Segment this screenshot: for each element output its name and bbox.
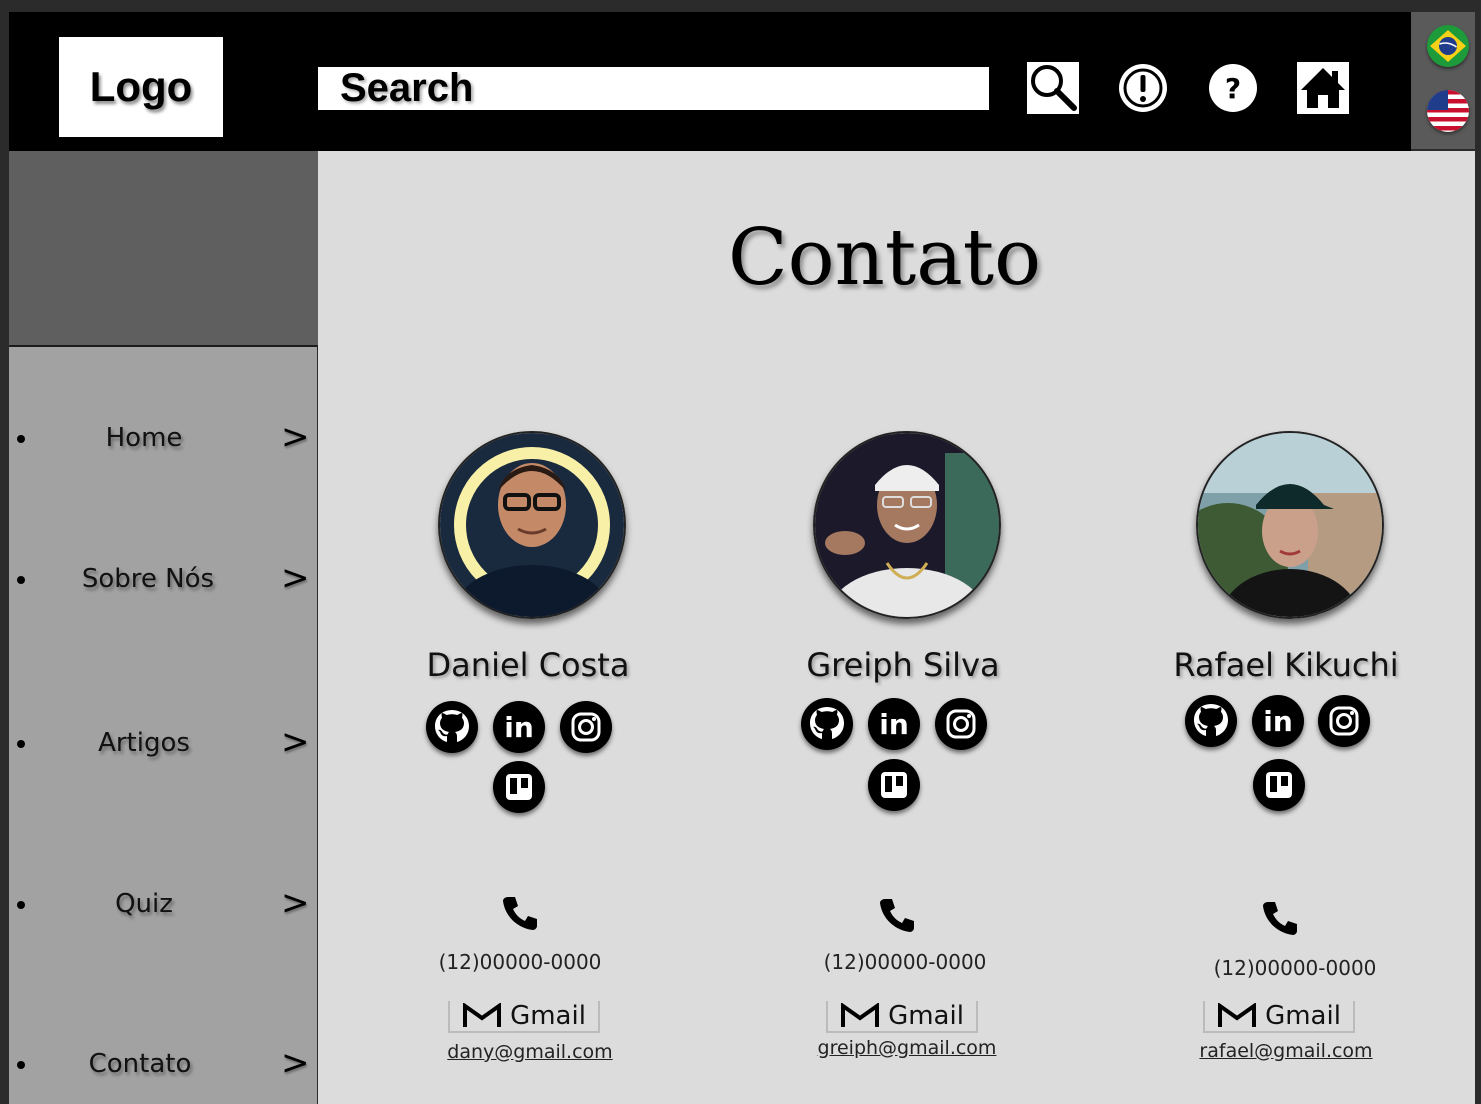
sidebar-item-artigos[interactable]: Artigos > (9, 714, 317, 774)
page-title: Contato (728, 213, 1042, 303)
person-name: Daniel Costa (426, 646, 630, 684)
logo[interactable]: Logo (59, 37, 223, 137)
chevron-right-icon: > (281, 417, 310, 457)
trello-icon[interactable] (1252, 758, 1306, 812)
sidebar-item-quiz[interactable]: Quiz > (9, 875, 317, 935)
gmail-icon (841, 1003, 880, 1027)
brazil-flag-icon[interactable] (1427, 25, 1469, 67)
sidebar-item-contato[interactable]: Contato > (9, 1035, 317, 1095)
search-icon[interactable] (1027, 62, 1079, 114)
gmail-label: Gmail (510, 1001, 586, 1031)
github-icon[interactable] (425, 700, 479, 754)
app-frame: Logo ? (9, 12, 1475, 1104)
instagram-icon[interactable] (559, 700, 613, 754)
bullet-icon (17, 435, 25, 443)
phone-icon (500, 893, 540, 933)
svg-text:in: in (879, 708, 909, 741)
bullet-icon (17, 901, 25, 909)
sidebar-item-label: Quiz (115, 889, 173, 919)
sidebar: Home > Sobre Nós > Artigos > Quiz > Cont… (9, 347, 317, 1104)
avatar (438, 431, 626, 619)
chevron-right-icon: > (281, 883, 310, 923)
avatar (1196, 431, 1384, 619)
sidebar-item-sobre-nos[interactable]: Sobre Nós > (9, 550, 317, 610)
gmail-label: Gmail (1265, 1001, 1341, 1031)
alert-icon[interactable] (1117, 62, 1169, 114)
email-link[interactable]: dany@gmail.com (400, 1041, 660, 1063)
phone-number: (12)00000-0000 (438, 950, 602, 974)
sidebar-item-home[interactable]: Home > (9, 409, 317, 469)
usa-flag-icon[interactable] (1427, 90, 1469, 132)
sidebar-item-label: Artigos (98, 728, 190, 758)
bullet-icon (17, 740, 25, 748)
gmail-button[interactable]: Gmail (826, 1001, 978, 1033)
gmail-button[interactable]: Gmail (448, 1001, 600, 1033)
person-name: Greiph Silva (806, 646, 1000, 684)
sidebar-header (9, 151, 318, 345)
gmail-icon (463, 1003, 502, 1027)
svg-text:in: in (504, 711, 534, 744)
phone-number: (12)00000-0000 (1213, 956, 1377, 980)
header-bar: Logo ? (9, 12, 1411, 151)
trello-icon[interactable] (867, 758, 921, 812)
phone-number: (12)00000-0000 (823, 950, 987, 974)
search-input[interactable] (318, 67, 989, 110)
help-icon[interactable]: ? (1207, 62, 1259, 114)
chevron-right-icon: > (281, 1043, 310, 1083)
sidebar-item-label: Home (105, 423, 183, 453)
bullet-icon (17, 576, 25, 584)
svg-text:?: ? (1225, 72, 1241, 105)
sidebar-item-label: Sobre Nós (81, 564, 215, 594)
svg-text:in: in (1263, 705, 1293, 738)
linkedin-icon[interactable]: in (867, 697, 921, 751)
person-name: Rafael Kikuchi (1173, 646, 1399, 684)
phone-icon (1260, 898, 1300, 938)
email-link[interactable]: rafael@gmail.com (1156, 1040, 1416, 1062)
gmail-icon (1218, 1003, 1257, 1027)
gmail-button[interactable]: Gmail (1203, 1001, 1355, 1033)
phone-icon (877, 895, 917, 935)
chevron-right-icon: > (281, 558, 310, 598)
language-panel (1411, 12, 1475, 149)
linkedin-icon[interactable]: in (492, 700, 546, 754)
sidebar-item-label: Contato (88, 1049, 192, 1079)
instagram-icon[interactable] (934, 697, 988, 751)
avatar (813, 431, 1001, 619)
bullet-icon (17, 1061, 25, 1069)
instagram-icon[interactable] (1317, 694, 1371, 748)
linkedin-icon[interactable]: in (1251, 694, 1305, 748)
home-icon[interactable] (1297, 62, 1349, 114)
github-icon[interactable] (800, 697, 854, 751)
chevron-right-icon: > (281, 722, 310, 762)
gmail-label: Gmail (888, 1001, 964, 1031)
email-link[interactable]: greiph@gmail.com (777, 1037, 1037, 1059)
github-icon[interactable] (1184, 694, 1238, 748)
trello-icon[interactable] (492, 760, 546, 814)
